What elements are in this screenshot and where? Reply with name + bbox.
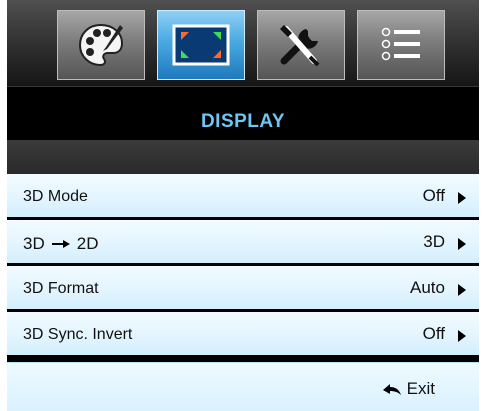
exit-button[interactable]: Exit [381,379,435,399]
exit-row: Exit [7,362,479,411]
palette-icon [78,23,124,67]
chevron-right-icon [458,238,466,250]
row-value: Off [422,324,445,343]
tools-icon [280,25,320,67]
tab-image-settings[interactable] [57,10,145,80]
settings-list: 3D Mode Off 3D 2D 3D 3D Format Auto 3D S… [7,174,479,358]
list-icon [381,27,420,61]
tab-options[interactable] [357,10,445,80]
row-value: 3D [423,232,445,251]
chevron-right-icon [458,330,466,342]
row-3d-sync-invert[interactable]: 3D Sync. Invert Off [7,312,479,355]
display-icon [172,24,230,66]
row-3d-format[interactable]: 3D Format Auto [7,266,479,309]
row-3d-mode[interactable]: 3D Mode Off [7,174,479,217]
row-label: 3D 2D [23,234,98,254]
chevron-right-icon [458,192,466,204]
row-label: 3D Sync. Invert [23,326,133,343]
row-value: Auto [410,278,445,297]
row-label-right: 2D [76,234,99,253]
row-label: 3D Mode [23,188,88,205]
row-3d-to-2d[interactable]: 3D 2D 3D [7,220,479,263]
row-label-left: 3D [23,234,45,253]
chevron-right-icon [458,284,466,296]
header-divider-band [7,140,479,174]
tab-display[interactable] [157,10,245,80]
menu-title: DISPLAY [200,111,286,132]
row-label: 3D Format [23,280,99,297]
exit-label: Exit [406,379,435,398]
arrow-right-icon [51,240,70,248]
osd-menu: DISPLAY 3D Mode Off 3D 2D 3D 3D Format A… [7,0,479,411]
tab-bar [7,0,479,86]
tab-setup[interactable] [257,10,345,80]
back-arrow-icon [382,384,401,395]
row-value: Off [422,186,445,205]
